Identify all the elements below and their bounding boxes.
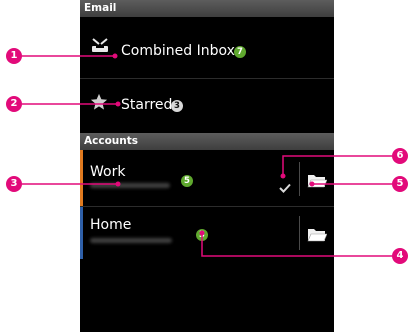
callout-marker-5: 5 bbox=[392, 176, 408, 192]
callout-end-5 bbox=[309, 181, 315, 187]
callout-end-2 bbox=[115, 101, 121, 107]
callout-end-6 bbox=[280, 173, 286, 179]
callout-marker-1: 1 bbox=[6, 48, 22, 64]
callout-lines bbox=[22, 53, 392, 257]
callout-marker-6: 6 bbox=[392, 148, 408, 164]
callout-line-6 bbox=[282, 155, 392, 176]
callout-marker-4: 4 bbox=[392, 248, 408, 264]
callout-end-1 bbox=[112, 53, 118, 59]
callout-marker-2: 2 bbox=[6, 96, 22, 112]
callout-marker-3: 3 bbox=[6, 176, 22, 192]
callout-line-4 bbox=[201, 233, 392, 257]
callout-end-4 bbox=[199, 230, 205, 236]
callout-end-3 bbox=[115, 181, 121, 187]
